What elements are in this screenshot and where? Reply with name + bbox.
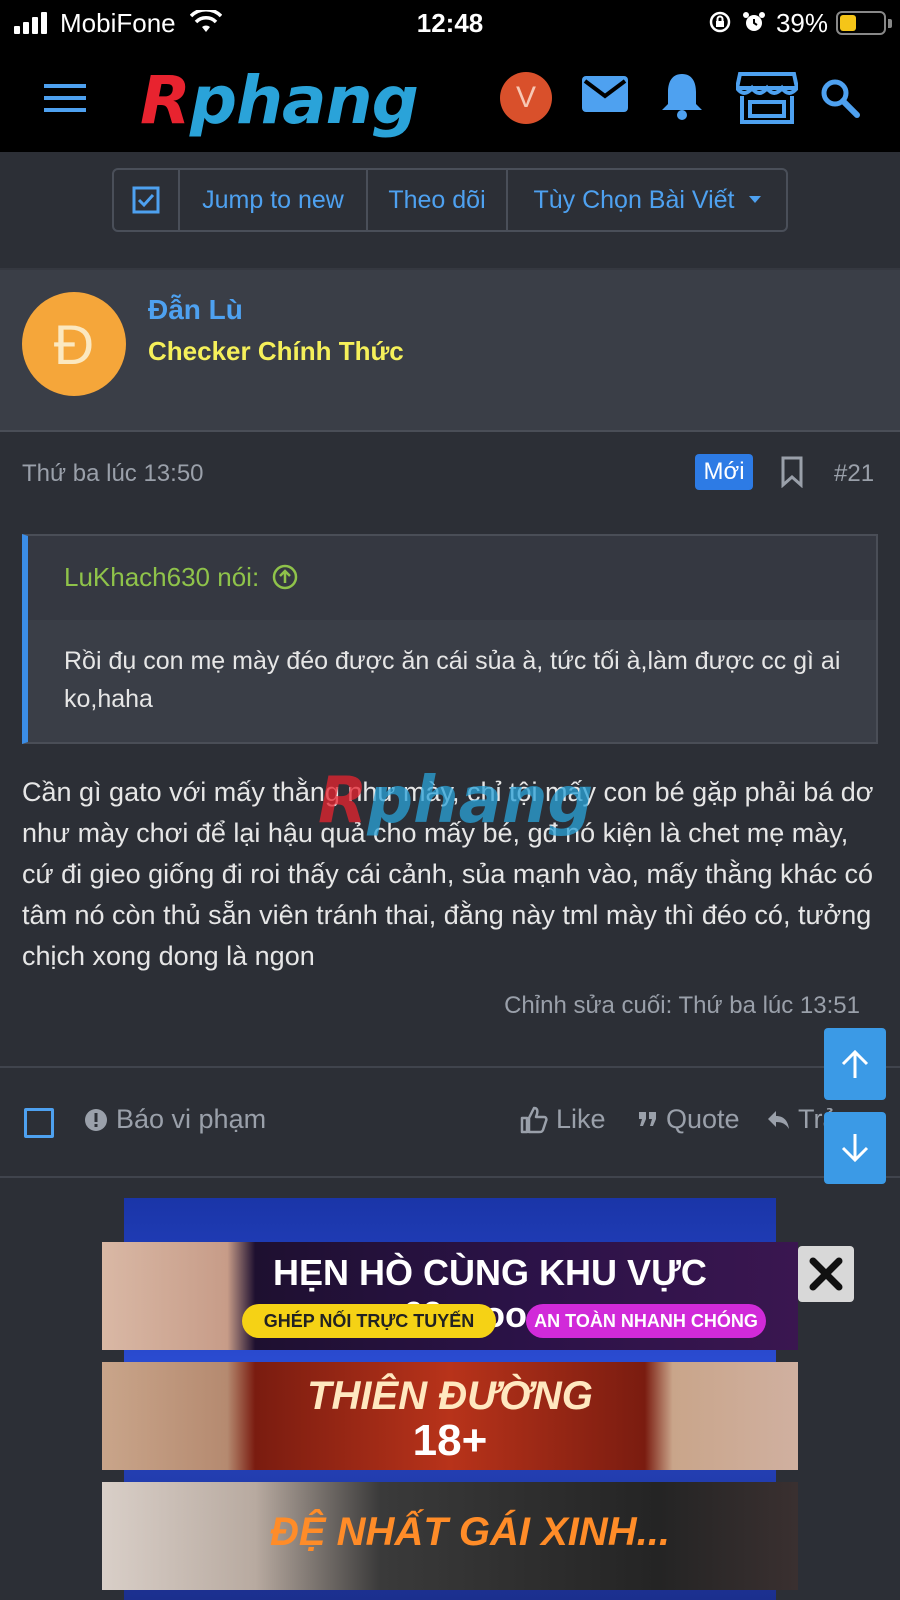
ad-banner-dating[interactable]: HẸN HÒ CÙNG KHU VỰC 69xxoo.cc GHÉP NỐI T… — [102, 1242, 798, 1350]
ad1-pill-left: GHÉP NỐI TRỰC TUYẾN — [242, 1304, 496, 1338]
alarm-icon — [743, 12, 765, 31]
like-label: Like — [556, 1104, 606, 1134]
ad2-title: THIÊN ĐƯỜNG — [307, 1374, 593, 1418]
select-checkbox-button[interactable] — [114, 170, 180, 230]
follow-button[interactable]: Theo dõi — [368, 170, 508, 230]
alert-icon — [85, 1108, 107, 1131]
rotation-lock-icon — [709, 11, 731, 33]
scroll-to-bottom-button[interactable] — [824, 1112, 886, 1184]
quote-block: LuKhach630 nói: Rồi đụ con mẹ mày đéo đư… — [22, 534, 878, 744]
mail-icon[interactable] — [582, 76, 628, 112]
post-date[interactable]: Thứ ba lúc 13:50 — [22, 460, 204, 488]
author-user-title: Checker Chính Thức — [148, 336, 404, 366]
site-watermark: Rphang — [318, 764, 594, 838]
battery-percent: 39% — [775, 8, 828, 38]
post-number[interactable]: #21 — [834, 460, 874, 488]
quote-author: LuKhach630 nói: — [64, 562, 260, 592]
store-icon[interactable] — [736, 72, 798, 124]
close-icon — [809, 1257, 843, 1291]
last-edited: Chỉnh sửa cuối: Thứ ba lúc 13:51 — [504, 992, 860, 1019]
quote-icon — [639, 1111, 656, 1126]
search-icon[interactable] — [820, 78, 860, 118]
jump-to-new-button[interactable]: Jump to new — [180, 170, 368, 230]
bell-icon[interactable] — [662, 72, 702, 120]
ad1-pill-right: AN TOÀN NHANH CHÓNG — [526, 1304, 766, 1338]
scroll-to-top-button[interactable] — [824, 1028, 886, 1100]
quote-header[interactable]: LuKhach630 nói: — [28, 536, 876, 620]
menu-icon[interactable] — [44, 82, 86, 114]
post-options-label: Tùy Chọn Bài Viết — [533, 185, 735, 214]
checkbox-checked-icon — [132, 186, 160, 214]
report-label: Báo vi phạm — [116, 1104, 267, 1134]
ad-close-button[interactable] — [798, 1246, 854, 1302]
site-logo[interactable]: Rphang — [140, 62, 419, 139]
new-badge: Mới — [695, 454, 753, 490]
ad3-title: ĐỆ NHẤT GÁI XINH... — [269, 1510, 671, 1554]
ad-banner-gai-xinh[interactable]: ĐỆ NHẤT GÁI XINH... — [102, 1482, 798, 1590]
post-options-dropdown[interactable]: Tùy Chọn Bài Viết — [508, 170, 786, 230]
ad-banner-thien-duong[interactable]: THIÊN ĐƯỜNG 18+ — [102, 1362, 798, 1470]
post-actions: Báo vi phạm Like Quote Trả — [0, 1066, 900, 1178]
battery-icon — [836, 11, 886, 35]
quote-text: Rồi đụ con mẹ mày đéo được ăn cái sủa à,… — [64, 647, 841, 713]
author-avatar[interactable]: Đ — [22, 292, 126, 396]
post-author: Đ Đẫn Lù Checker Chính Thức — [0, 268, 900, 432]
arrow-up-icon — [841, 1049, 869, 1078]
report-button[interactable]: Báo vi phạm — [84, 1104, 266, 1135]
caret-down-icon — [748, 196, 761, 203]
status-bar: MobiFone 12:48 39% — [0, 0, 900, 44]
user-avatar[interactable]: V — [500, 72, 552, 124]
quote-label: Quote — [666, 1104, 740, 1134]
reply-icon — [768, 1110, 789, 1129]
arrow-down-icon — [841, 1134, 869, 1163]
quote-button[interactable]: Quote — [638, 1104, 740, 1135]
like-button[interactable]: Like — [520, 1104, 606, 1135]
arrow-up-circle-icon[interactable] — [272, 564, 298, 590]
top-navigation: Rphang V — [0, 44, 900, 152]
thread-toolbar: Jump to new Theo dõi Tùy Chọn Bài Viết — [112, 168, 788, 232]
select-post-checkbox[interactable] — [24, 1108, 54, 1138]
bookmark-icon[interactable] — [780, 456, 804, 488]
author-name[interactable]: Đẫn Lù — [148, 294, 243, 326]
ad2-subtitle: 18+ — [412, 1416, 488, 1465]
thumbs-up-icon — [520, 1106, 548, 1133]
post-message: Thứ ba lúc 13:50 Mới #21 LuKhach630 nói:… — [0, 434, 900, 1176]
